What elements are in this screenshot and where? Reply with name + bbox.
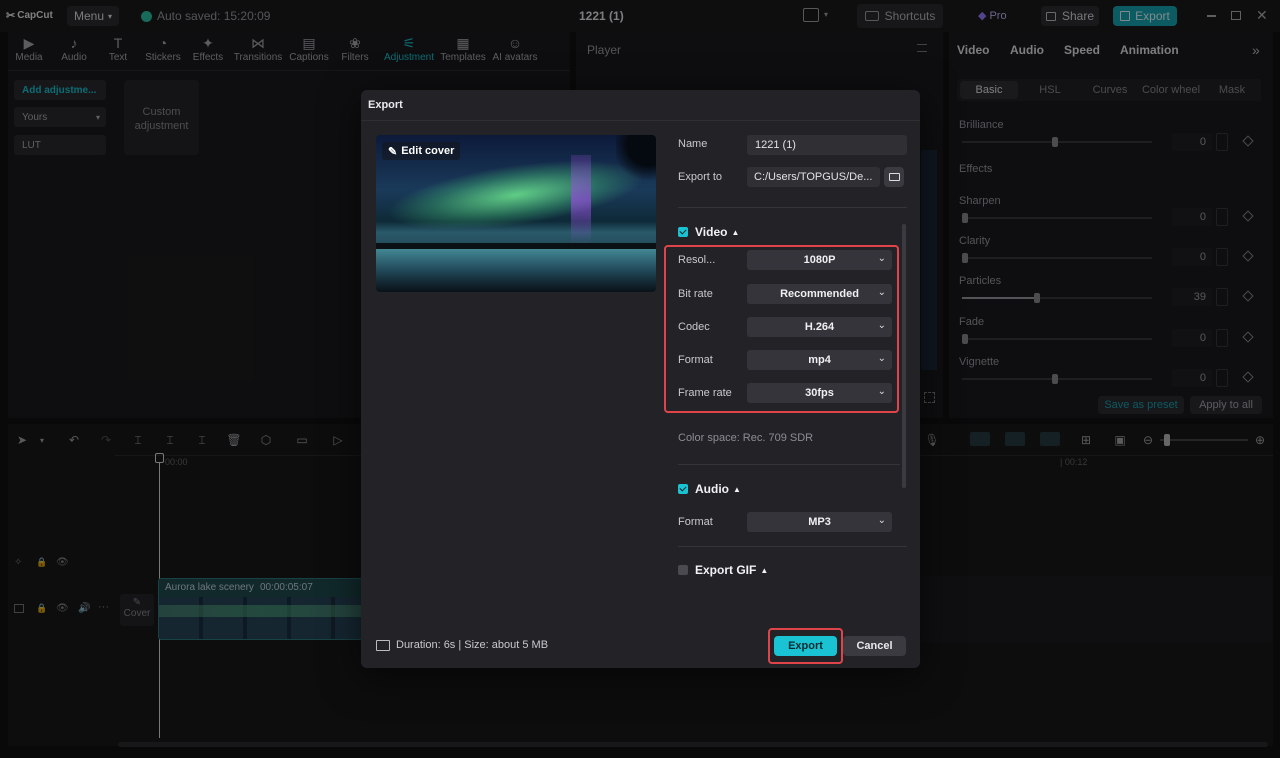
aurora-purple	[571, 155, 591, 245]
audio-checkbox[interactable]	[678, 484, 688, 494]
chevron-down-icon: ⌄	[877, 386, 886, 397]
folder-browse-button[interactable]	[884, 167, 904, 187]
name-input[interactable]: 1221 (1)	[747, 135, 907, 155]
audio-section-title[interactable]: Audio ▲	[695, 482, 741, 496]
export-gif-checkbox[interactable]	[678, 565, 688, 575]
name-label: Name	[678, 138, 708, 150]
film-icon	[376, 639, 390, 651]
folder-icon	[888, 173, 900, 181]
divider	[678, 546, 907, 547]
resolution-select[interactable]: 1080P ⌄	[747, 250, 892, 270]
export-summary: Duration: 6s | Size: about 5 MB	[376, 639, 548, 651]
codec-label: Codec	[678, 321, 710, 333]
audio-format-select[interactable]: MP3 ⌄	[747, 512, 892, 532]
edit-cover-button[interactable]: ✎ Edit cover	[382, 142, 461, 160]
divider	[678, 464, 900, 465]
chevron-down-icon: ⌄	[877, 253, 886, 264]
chevron-down-icon: ⌄	[877, 515, 886, 526]
video-checkbox[interactable]	[678, 227, 688, 237]
chevron-down-icon: ⌄	[877, 353, 886, 364]
aurora-glow	[383, 147, 649, 243]
dialog-header-divider	[361, 120, 920, 121]
resolution-label: Resol...	[678, 254, 716, 266]
caret-up-icon: ▲	[733, 484, 741, 494]
export-path-input[interactable]: C:/Users/TOPGUS/De...	[747, 167, 880, 187]
export-confirm-button[interactable]: Export	[774, 636, 837, 656]
divider	[678, 207, 907, 208]
caret-up-icon: ▲	[760, 565, 769, 575]
capcut-editor: ✂ CapCut Menu ▾ Auto saved: 15:20:09 1221 …	[0, 0, 1280, 758]
pencil-icon: ✎	[388, 145, 398, 158]
codec-select[interactable]: H.264 ⌄	[747, 317, 892, 337]
chevron-down-icon: ⌄	[877, 320, 886, 331]
dialog-scrollbar[interactable]	[902, 224, 906, 488]
export-to-label: Export to	[678, 171, 723, 183]
framerate-label: Frame rate	[678, 387, 732, 399]
format-label: Format	[678, 354, 713, 366]
video-section-title[interactable]: Video ▲	[695, 225, 739, 239]
export-gif-section-title[interactable]: Export GIF ▲	[695, 563, 768, 577]
framerate-select[interactable]: 30fps ⌄	[747, 383, 892, 403]
caret-up-icon: ▲	[731, 227, 740, 237]
lake-reflection	[376, 249, 656, 292]
audio-format-label: Format	[678, 516, 713, 528]
dialog-title: Export	[368, 99, 403, 111]
cancel-button[interactable]: Cancel	[843, 636, 906, 656]
tree-silhouette	[616, 135, 656, 185]
chevron-down-icon: ⌄	[877, 287, 886, 298]
cover-thumbnail[interactable]: ✎ Edit cover	[376, 135, 656, 292]
bitrate-select[interactable]: Recommended ⌄	[747, 284, 892, 304]
color-space-info: Color space: Rec. 709 SDR	[678, 432, 814, 444]
format-select[interactable]: mp4 ⌄	[747, 350, 892, 370]
bitrate-label: Bit rate	[678, 288, 713, 300]
